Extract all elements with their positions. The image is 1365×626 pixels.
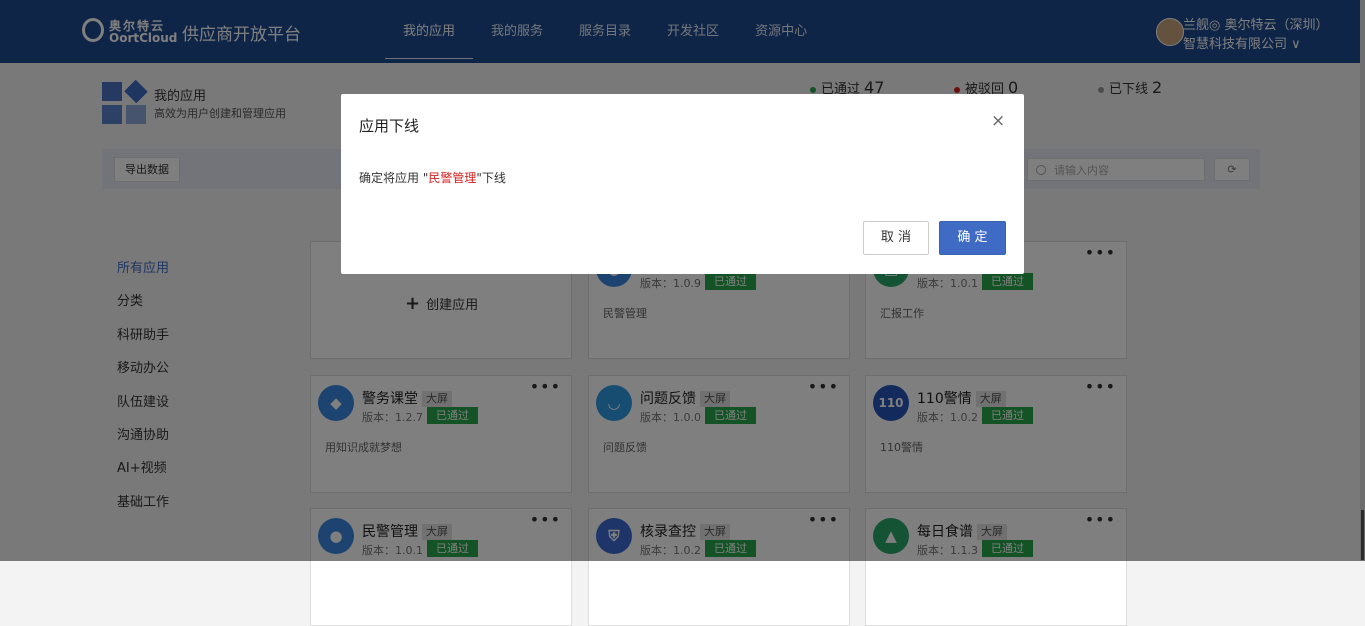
- dialog-message-prefix: 确定将应用 ": [359, 171, 429, 185]
- dialog-title: 应用下线: [359, 117, 420, 135]
- dialog-app-name: 民警管理: [428, 171, 477, 185]
- dialog-message: 确定将应用 "民警管理"下线: [359, 169, 506, 186]
- modal-overlay[interactable]: [0, 0, 1365, 561]
- dialog-message-suffix: "下线: [476, 171, 506, 185]
- cancel-button[interactable]: 取 消: [863, 221, 929, 255]
- confirm-button[interactable]: 确 定: [939, 221, 1006, 255]
- offline-confirm-dialog: 应用下线 × 确定将应用 "民警管理"下线 取 消 确 定: [341, 94, 1024, 274]
- close-icon[interactable]: ×: [991, 111, 1005, 131]
